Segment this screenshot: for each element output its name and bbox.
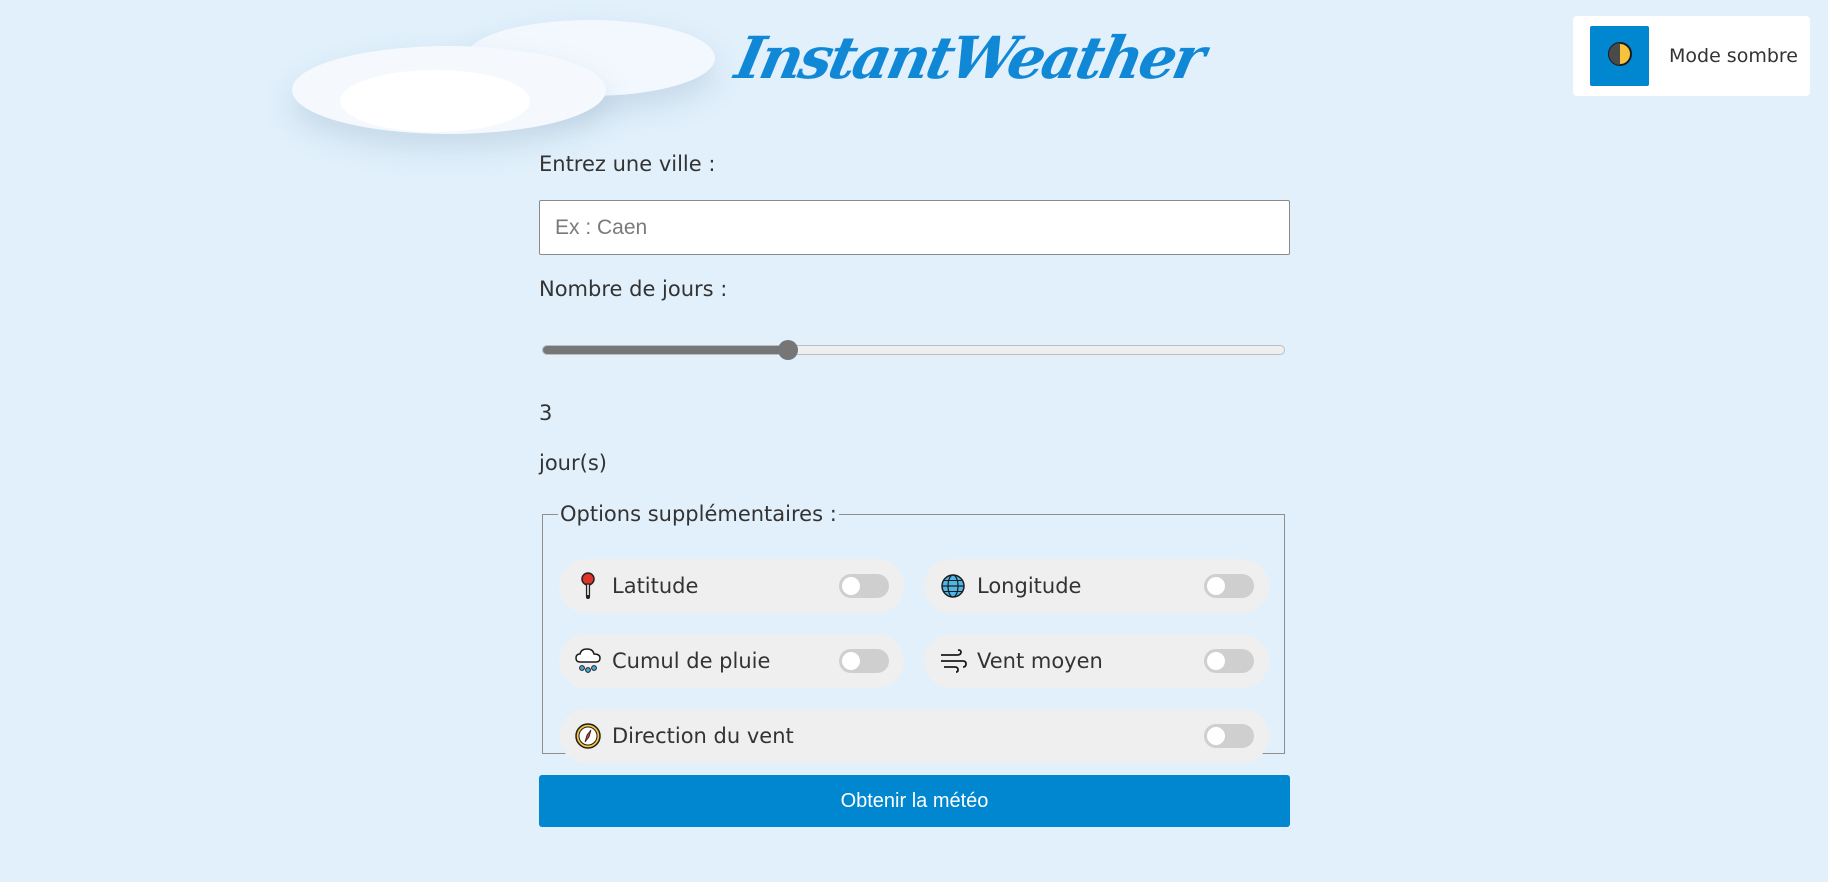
days-label: Nombre de jours : <box>539 277 728 301</box>
days-unit: jour(s) <box>539 451 607 475</box>
days-value: 3 <box>539 401 553 425</box>
option-wind[interactable]: Vent moyen <box>924 634 1269 688</box>
option-wind-label: Vent moyen <box>977 649 1103 673</box>
site-logo: InstantWeather <box>729 24 1209 92</box>
globe-icon <box>939 572 967 600</box>
options-legend: Options supplémentaires : <box>560 502 837 526</box>
rain-cloud-icon <box>574 647 602 675</box>
option-latitude-label: Latitude <box>612 574 699 598</box>
option-rain-label: Cumul de pluie <box>612 649 771 673</box>
option-wind-direction-label: Direction du vent <box>612 724 794 748</box>
option-wind-direction[interactable]: Direction du vent <box>559 709 1269 763</box>
wind-icon <box>939 647 967 675</box>
rain-toggle[interactable] <box>839 649 889 673</box>
city-input[interactable] <box>539 200 1290 255</box>
wind-toggle[interactable] <box>1204 649 1254 673</box>
option-rain[interactable]: Cumul de pluie <box>559 634 904 688</box>
dark-mode-toggle[interactable]: Mode sombre <box>1573 16 1810 96</box>
latitude-toggle[interactable] <box>839 574 889 598</box>
pin-icon <box>574 572 602 600</box>
option-longitude[interactable]: Longitude <box>924 559 1269 613</box>
dark-mode-label: Mode sombre <box>1669 45 1798 67</box>
slider-thumb[interactable] <box>777 340 798 360</box>
half-moon-icon <box>1607 41 1633 71</box>
get-weather-button[interactable]: Obtenir la météo <box>539 775 1290 827</box>
option-latitude[interactable]: Latitude <box>559 559 904 613</box>
longitude-toggle[interactable] <box>1204 574 1254 598</box>
dark-mode-button[interactable] <box>1590 26 1649 86</box>
slider-fill <box>543 346 788 354</box>
cloud-icon <box>340 70 530 132</box>
compass-icon <box>574 722 602 750</box>
city-label: Entrez une ville : <box>539 152 716 176</box>
option-longitude-label: Longitude <box>977 574 1082 598</box>
wind-direction-toggle[interactable] <box>1204 724 1254 748</box>
days-slider[interactable] <box>542 340 1285 360</box>
options-fieldset: Options supplémentaires : Latitude Longi… <box>542 502 1285 763</box>
clouds-decoration <box>0 0 760 150</box>
